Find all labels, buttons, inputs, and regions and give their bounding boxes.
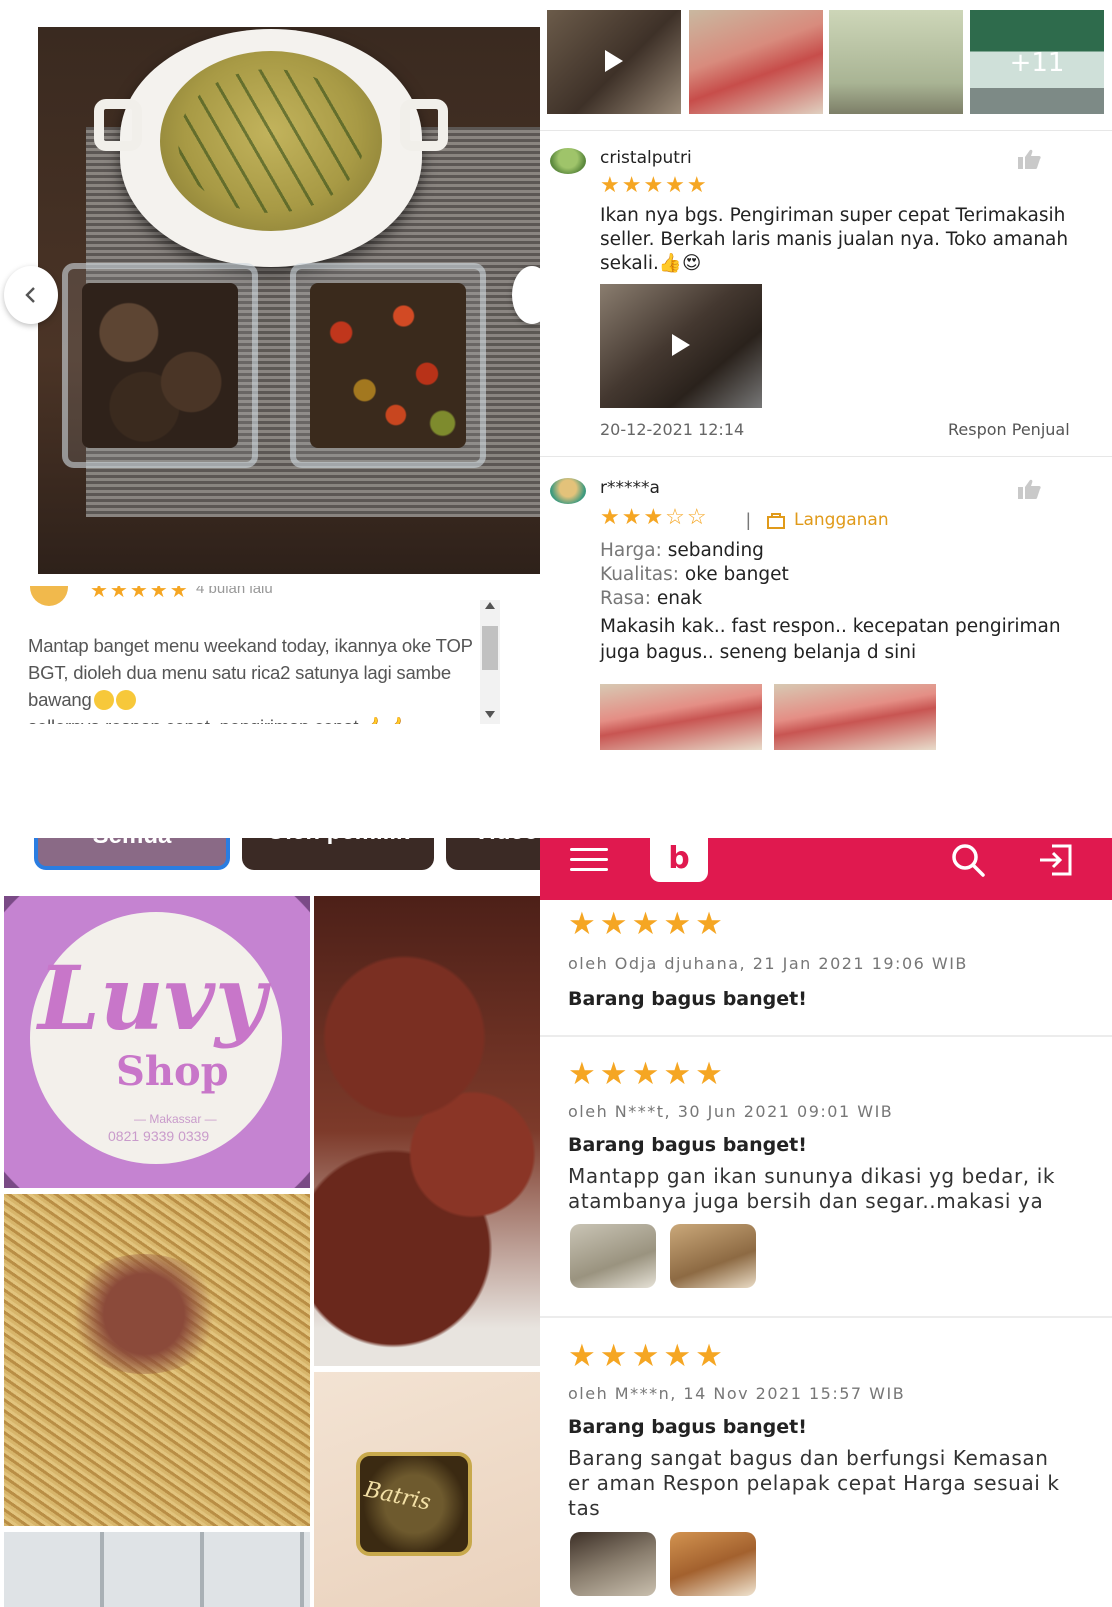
gallery-photo[interactable] [4,1194,310,1526]
avatar [30,586,68,606]
more-media-count: +11 [1009,48,1065,78]
review-photo[interactable] [38,27,540,574]
tab-video[interactable]: Video [446,838,540,870]
thumbs-up-icon [1018,479,1041,499]
review-scrollbar[interactable] [480,600,500,724]
review-list-panel: +11 cristalputri ★★★★★ Ikan nya bgs. Pen… [540,0,1112,760]
review-video-thumbnail[interactable] [600,284,762,408]
smile-emoji-icon [115,690,136,710]
smile-emoji-icon [93,690,114,710]
review-photo-thumbnail[interactable] [570,1532,656,1596]
divider [540,1316,1112,1318]
media-thumbnail[interactable] [829,10,963,114]
logo-shop-text: Shop [116,1048,229,1095]
gallery-photo[interactable] [314,896,540,1366]
app-header: b [540,838,1112,900]
rating-quality: Kualitas: oke banget [600,564,789,585]
subscriber-badge: Langganan [766,510,889,530]
tab-by-owner[interactable]: Oleh pemilik [242,838,434,870]
gallery-photo[interactable] [4,1532,310,1607]
mobile-review-panel: b ★★★★★ oleh Odja djuhana, 21 Jan 2021 1… [540,838,1112,1607]
review-photo-thumbnail[interactable] [570,1224,656,1288]
bag-icon [767,513,785,529]
review-author-date: oleh N***t, 30 Jun 2021 09:01 WIB [568,1102,894,1121]
chevron-left-icon [25,287,35,303]
review-body: Barang sangat bagus dan berfungsi Kemasa… [568,1446,1060,1520]
review-photo-thumbnail[interactable] [670,1532,756,1596]
shop-gallery-panel: Semua Oleh pemilik Video Luvy Shop — Mak… [0,838,540,1607]
review-stars: ★★★★★ [568,1338,727,1373]
scroll-up-arrow-icon[interactable] [485,602,495,609]
logo-phone-text: 0821 9339 0339 [108,1128,210,1144]
review-username[interactable]: cristalputri [600,148,692,168]
review-photo-thumbnail[interactable] [600,684,762,750]
play-icon [605,50,623,72]
review-body: Ikan nya bgs. Pengiriman super cepat Ter… [600,205,1069,274]
like-button[interactable] [1016,148,1042,170]
divider [540,130,1112,131]
review-photo-thumbnail[interactable] [774,684,936,750]
review-body: Mantap banget menu weekand today, ikanny… [28,635,473,724]
soup-bowl-image [94,29,448,267]
like-button[interactable] [1016,478,1042,500]
divider [540,456,1112,457]
review-username[interactable]: r*****a [600,478,660,498]
scroll-down-arrow-icon[interactable] [485,711,495,718]
review-body: Mantapp gan ikan sununya dikasi yg bedar… [568,1164,1056,1213]
review-time: 4 bulan lalu [196,586,273,597]
seller-response-link[interactable]: Respon Penjual [948,420,1070,439]
review-title: Barang bagus banget! [568,988,807,1010]
play-icon [672,334,690,356]
gallery-filter-tabs: Semua Oleh pemilik Video [0,838,540,874]
separator: | [746,510,751,530]
media-thumbnail-video[interactable] [547,10,681,114]
rating-taste: Rasa: enak [600,588,703,609]
media-thumbnail[interactable] [689,10,823,114]
review-stars: ★★★☆☆ [600,504,709,529]
divider [540,1035,1112,1037]
review-author-date: oleh M***n, 14 Nov 2021 15:57 WIB [568,1384,906,1403]
login-icon[interactable] [1036,840,1076,880]
photo-viewer-panel: ★★★★★ 4 bulan lalu Mantap banget menu we… [0,0,540,760]
review-date: 20-12-2021 12:14 [600,420,745,439]
dish-left-image [62,263,258,468]
review-author-date: oleh Odja djuhana, 21 Jan 2021 19:06 WIB [568,954,968,973]
scroll-thumb[interactable] [482,626,498,670]
tab-all[interactable]: Semua [34,838,230,870]
prev-photo-button[interactable] [4,266,58,324]
review-body: Makasih kak.. fast respon.. kecepatan pe… [600,616,1061,663]
review-photo-thumbnail[interactable] [670,1224,756,1288]
logo-city-text: — Makassar — [134,1112,217,1126]
menu-icon[interactable] [570,848,608,872]
app-logo[interactable]: b [650,838,708,882]
rating-price: Harga: sebanding [600,540,764,561]
review-title: Barang bagus banget! [568,1416,807,1438]
logo-script-text: Luvy [38,946,267,1050]
avatar[interactable] [550,148,586,174]
review-stars: ★★★★★ [568,1056,727,1091]
media-thumbnail-strip: +11 [547,10,1112,114]
review-stars: ★★★★★ [600,172,709,197]
dish-right-image [290,263,486,468]
gallery-photo[interactable]: Batris [314,1372,540,1607]
media-thumbnail-more[interactable]: +11 [970,10,1104,114]
review-stars: ★★★★★ [568,906,727,941]
avatar[interactable] [550,478,586,504]
review-stars: ★★★★★ [90,586,190,602]
review-text-box: ★★★★★ 4 bulan lalu Mantap banget menu we… [28,586,500,724]
review-title: Barang bagus banget! [568,1134,807,1156]
thumbs-up-icon [1018,149,1041,169]
search-icon[interactable] [948,840,988,880]
shop-logo-image[interactable]: Luvy Shop — Makassar — 0821 9339 0339 [4,896,310,1188]
